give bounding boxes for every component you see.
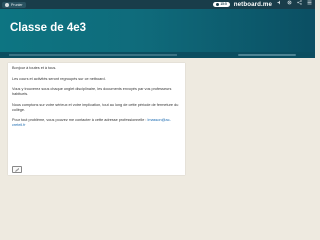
user-name: Prunier <box>11 2 23 7</box>
user-menu-button[interactable]: Prunier <box>2 1 26 8</box>
paragraph: Nous comptons sur votre sérieux et votre… <box>12 102 179 112</box>
welcome-card: Bonjour à toutes et à tous. Les cours et… <box>8 63 185 175</box>
board-header: Classe de 4e3 <box>0 9 315 52</box>
menu-icon[interactable] <box>306 0 312 9</box>
top-bar: Prunier 15:5 netboard.me <box>0 0 315 9</box>
contact-text: Pour tout problème, vous pouvez me conta… <box>12 118 148 123</box>
tab-scroll-handle[interactable] <box>238 54 296 56</box>
tab-bar <box>0 52 315 58</box>
share-icon[interactable] <box>296 0 302 9</box>
paragraph: Bonjour à toutes et à tous. <box>12 66 57 70</box>
settings-icon[interactable] <box>286 0 292 9</box>
edit-button[interactable] <box>12 166 22 173</box>
brand-logo[interactable]: netboard.me <box>234 1 272 8</box>
pencil-icon <box>14 167 19 172</box>
tab-strip[interactable] <box>9 54 177 56</box>
views-badge[interactable]: 15:5 <box>213 2 230 7</box>
eye-icon <box>216 3 220 6</box>
paragraph: Vous y trouverez sous chaque onglet disc… <box>12 87 172 97</box>
contact-paragraph: Pour tout problème, vous pouvez me conta… <box>12 118 181 127</box>
top-right-tools: 15:5 netboard.me <box>213 0 312 9</box>
paragraph: Les cours et activités seront regroupés … <box>12 76 106 81</box>
avatar <box>5 2 9 7</box>
volume-icon[interactable] <box>276 0 282 9</box>
page-title: Classe de 4e3 <box>10 22 87 34</box>
views-count: 15:5 <box>220 2 227 6</box>
card-body: Bonjour à toutes et à tous. Les cours et… <box>8 63 185 128</box>
